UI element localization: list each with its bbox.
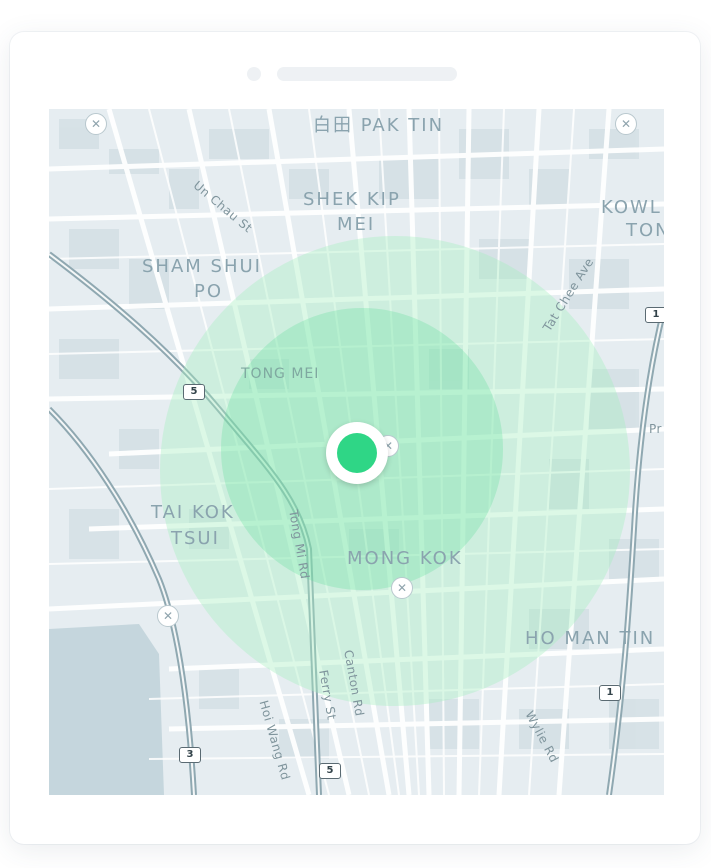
route-shield-3: 3 (179, 747, 201, 763)
water-area (49, 624, 164, 795)
mtr-station-icon[interactable]: ✕ (85, 113, 107, 135)
route-shield-5: 5 (183, 384, 205, 400)
district-label-tong-mei: TONG MEI (241, 366, 320, 382)
district-label-tai-kok: TAI KOK (151, 502, 235, 523)
district-label-mong-kok: MONG KOK (347, 548, 463, 569)
location-marker-dot (337, 433, 377, 473)
route-shield-1: 1 (645, 307, 664, 323)
mtr-station-icon[interactable]: ✕ (157, 605, 179, 627)
district-label-pak-tin: 白田 PAK TIN (313, 115, 445, 136)
district-label-kowl: KOWL (601, 197, 662, 218)
district-label-pr: Pr (649, 422, 662, 436)
district-label-ton: TON (626, 220, 664, 241)
route-shield-1: 1 (599, 685, 621, 701)
route-shield-5: 5 (319, 763, 341, 779)
district-label-ho-man-tin: HO MAN TIN (525, 628, 656, 649)
district-label-shek-kip: SHEK KIP (303, 189, 401, 210)
district-label-sham-shui: SHAM SHUI (142, 256, 262, 277)
mtr-station-icon[interactable]: ✕ (615, 113, 637, 135)
map-view[interactable]: 白田 PAK TIN SHEK KIP MEI SHAM SHUI PO KOW… (49, 109, 664, 795)
mtr-station-icon[interactable]: ✕ (391, 577, 413, 599)
camera-dot (247, 67, 261, 81)
speaker-bar (277, 67, 457, 81)
location-marker[interactable] (326, 422, 388, 484)
district-label-tsui: TSUI (171, 528, 220, 549)
district-label-mei: MEI (337, 214, 376, 235)
district-label-po: PO (194, 281, 224, 302)
